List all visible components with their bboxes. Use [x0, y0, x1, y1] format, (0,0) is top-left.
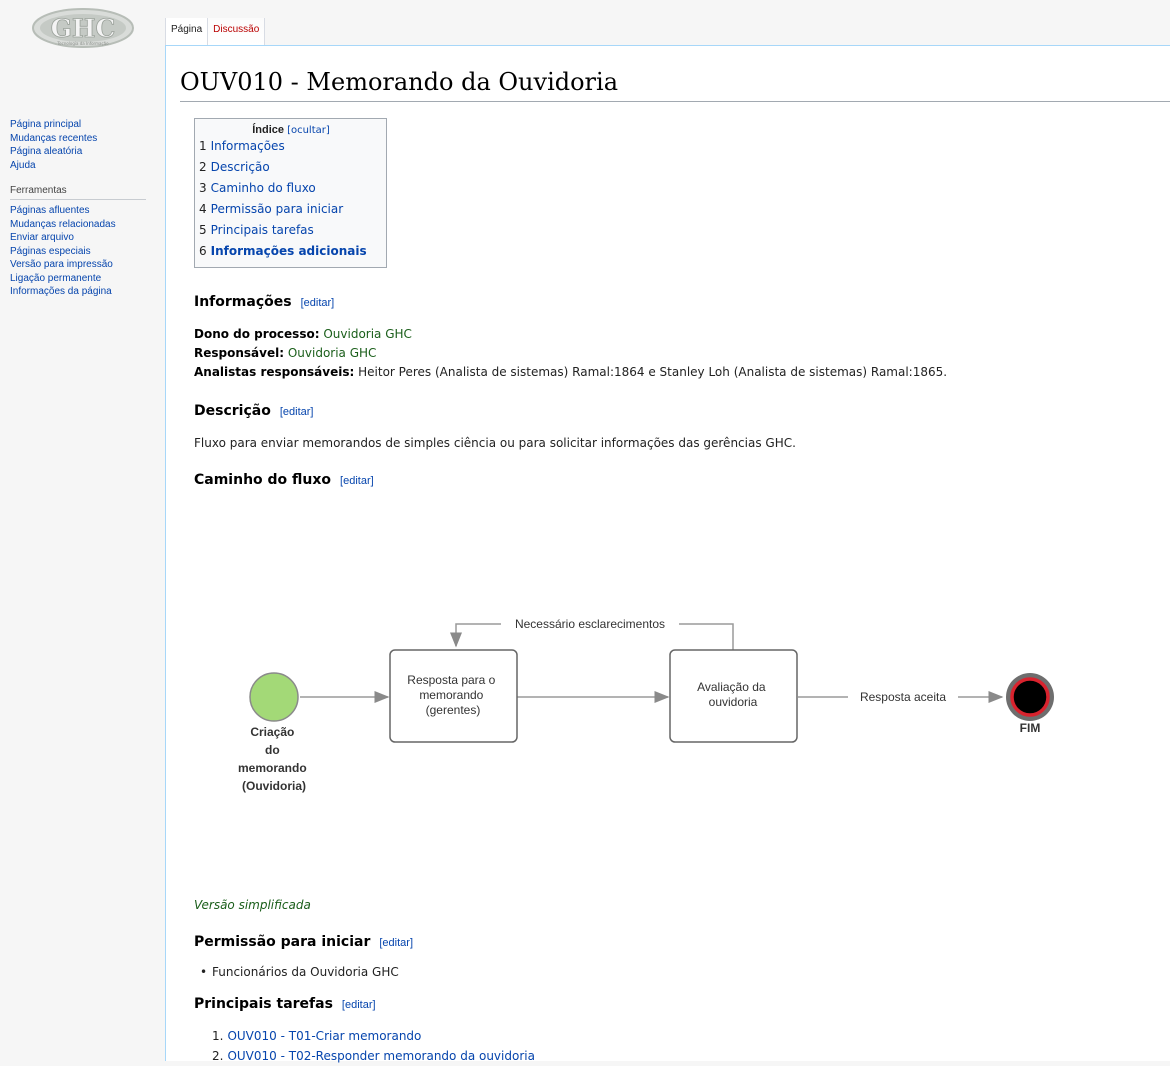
section-heading-permissao: Permissão para iniciar [editar] — [194, 934, 413, 950]
toc-item-tarefas[interactable]: 5 Principais tarefas — [199, 220, 383, 241]
sidebar-item-upload-file[interactable]: Enviar arquivo — [10, 231, 160, 245]
toc-title-row: Índice [ocultar] — [199, 124, 383, 136]
field-value: Ouvidoria GHC — [323, 327, 412, 341]
toc-number: 1 — [199, 139, 207, 153]
start-label-line: Criação — [250, 725, 294, 739]
start-label-line: (Ouvidoria) — [242, 779, 306, 793]
content-area: OUV010 - Memorando da Ouvidoria Índice [… — [165, 45, 1170, 1063]
box-label-line: ouvidoria — [709, 695, 758, 709]
box-label-line: memorando — [419, 688, 483, 702]
sidebar-tools: Páginas afluentes Mudanças relacionadas … — [10, 204, 160, 299]
tasks-list: 1. OUV010 - T01-Criar memorando 2. OUV010 … — [194, 1026, 535, 1066]
heading-text: Descrição — [194, 403, 271, 419]
sidebar-item-main-page[interactable]: Página principal — [10, 118, 160, 132]
list-number: 1. — [212, 1029, 224, 1043]
sidebar-item-related-changes[interactable]: Mudanças relacionadas — [10, 218, 160, 232]
list-item: 1. OUV010 - T01-Criar memorando — [212, 1026, 535, 1046]
end-label: FIM — [1020, 721, 1041, 735]
end-event — [1010, 677, 1050, 717]
toc-item-informacoes[interactable]: 1 Informações — [199, 136, 383, 157]
site-logo[interactable]: GHC Tecnologia da Informação — [28, 4, 138, 56]
logo-text: GHC — [51, 14, 116, 43]
field-value: Heitor Peres (Analista de sistemas) Rama… — [358, 365, 948, 379]
sidebar-item-recent-changes[interactable]: Mudanças recentes — [10, 132, 160, 146]
sidebar-item-permanent-link[interactable]: Ligação permanente — [10, 272, 160, 286]
toc-hide-toggle[interactable]: [ocultar] — [287, 125, 330, 136]
heading-text: Permissão para iniciar — [194, 934, 371, 950]
sidebar-item-help[interactable]: Ajuda — [10, 159, 160, 173]
task-link[interactable]: OUV010 - T01-Criar memorando — [227, 1029, 421, 1043]
toc-item-caminho[interactable]: 3 Caminho do fluxo — [199, 178, 383, 199]
edit-link[interactable]: [editar] — [379, 937, 413, 949]
toc-number: 4 — [199, 202, 207, 216]
table-of-contents: Índice [ocultar] 1 Informações 2 Descrição… — [194, 118, 387, 268]
page-tabs: Página Discussão — [165, 18, 266, 46]
sidebar: Página principal Mudanças recentes Págin… — [10, 118, 160, 299]
toc-label: Descrição — [210, 160, 270, 174]
analysts-line: Analistas responsáveis: Heitor Peres (An… — [194, 365, 947, 379]
list-item: Funcionários da Ouvidoria GHC — [200, 963, 399, 981]
box-label-line: (gerentes) — [426, 703, 481, 717]
toc-number: 2 — [199, 160, 207, 174]
sidebar-item-page-info[interactable]: Informações da página — [10, 285, 160, 299]
logo-subtitle: Tecnologia da Informação — [56, 41, 109, 46]
diagram-caption: Versão simplificada — [194, 898, 311, 912]
toc-label: Caminho do fluxo — [210, 181, 316, 195]
permission-list: Funcionários da Ouvidoria GHC — [194, 963, 399, 981]
edit-link[interactable]: [editar] — [342, 999, 376, 1011]
section-heading-informacoes: Informações [editar] — [194, 294, 334, 310]
toc-label: Informações adicionais — [210, 244, 367, 258]
toc-number: 3 — [199, 181, 207, 195]
start-label-line: memorando — [238, 761, 307, 775]
toc-number: 5 — [199, 223, 207, 237]
section-heading-caminho: Caminho do fluxo [editar] — [194, 472, 374, 488]
toc-label: Informações — [210, 139, 285, 153]
toc-label: Principais tarefas — [210, 223, 314, 237]
edit-link[interactable]: [editar] — [301, 297, 335, 309]
flow-diagram: Necessário esclarecimentos Resposta acei… — [238, 616, 1054, 793]
heading-text: Principais tarefas — [194, 996, 333, 1012]
start-event — [249, 672, 299, 722]
edit-link[interactable]: [editar] — [280, 406, 314, 418]
toc-label: Permissão para iniciar — [210, 202, 344, 216]
responsible-line: Responsável: Ouvidoria GHC — [194, 346, 376, 360]
section-heading-descricao: Descrição [editar] — [194, 403, 313, 419]
start-label: Criação do memorando (Ouvidoria) — [238, 725, 310, 793]
toc-title: Índice — [252, 124, 285, 136]
accept-label: Resposta aceita — [860, 690, 946, 704]
sidebar-navigation: Página principal Mudanças recentes Págin… — [10, 118, 160, 172]
heading-text: Caminho do fluxo — [194, 472, 332, 488]
description-text: Fluxo para enviar memorandos de simples … — [194, 436, 796, 450]
sidebar-item-printable-version[interactable]: Versão para impressão — [10, 258, 160, 272]
box-label-line: Avaliação da — [697, 680, 766, 694]
tab-discussion[interactable]: Discussão — [207, 18, 266, 45]
section-heading-tarefas: Principais tarefas [editar] — [194, 996, 376, 1012]
field-label: Dono do processo: — [194, 327, 320, 341]
field-value: Ouvidoria GHC — [287, 346, 377, 360]
start-label-line: do — [265, 743, 280, 757]
sidebar-item-random-page[interactable]: Página aleatória — [10, 145, 160, 159]
tab-page[interactable]: Página — [165, 18, 208, 45]
title-divider — [180, 101, 1170, 102]
loop-label: Necessário esclarecimentos — [515, 617, 665, 631]
toc-item-descricao[interactable]: 2 Descrição — [199, 157, 383, 178]
list-item: 2. OUV010 - T02-Responder memorando da ou… — [212, 1046, 535, 1066]
sidebar-tools-heading: Ferramentas — [10, 185, 146, 200]
field-label: Responsável: — [194, 346, 285, 360]
toc-item-permissao[interactable]: 4 Permissão para iniciar — [199, 199, 383, 220]
toc-number: 6 — [199, 244, 207, 258]
toc-item-adicionais[interactable]: 6 Informações adicionais — [199, 241, 383, 262]
edit-link[interactable]: [editar] — [340, 475, 374, 487]
sidebar-item-what-links-here[interactable]: Páginas afluentes — [10, 204, 160, 218]
heading-text: Informações — [194, 294, 292, 310]
box-label-line: Resposta para o — [407, 673, 495, 687]
process-owner-line: Dono do processo: Ouvidoria GHC — [194, 327, 412, 341]
page-title: OUV010 - Memorando da Ouvidoria — [180, 68, 619, 96]
sidebar-item-special-pages[interactable]: Páginas especiais — [10, 245, 160, 259]
field-label: Analistas responsáveis: — [194, 365, 355, 379]
